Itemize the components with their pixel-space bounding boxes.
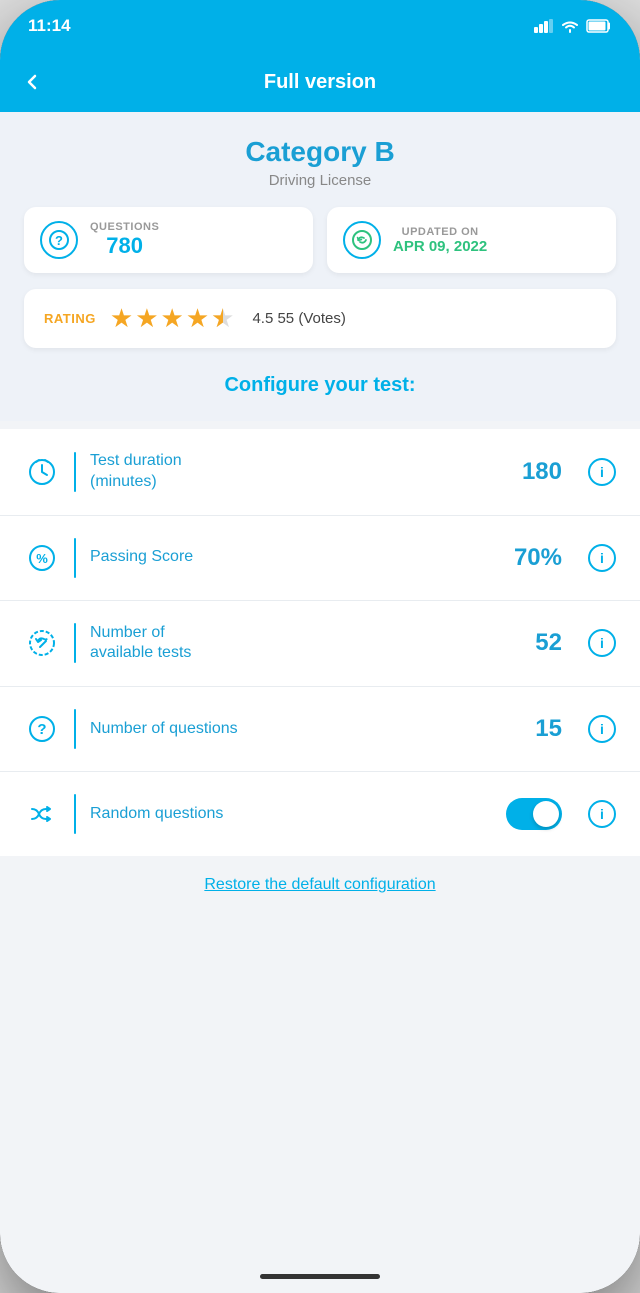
rating-votes: 55 (Votes) bbox=[277, 310, 345, 327]
star-4: ★ bbox=[186, 303, 209, 334]
random-questions-label: Random questions bbox=[90, 804, 492, 825]
percent-icon: % bbox=[24, 540, 60, 576]
questions-card: ? QUESTIONS 780 bbox=[24, 207, 313, 273]
reload-icon bbox=[24, 625, 60, 661]
questions-value: 780 bbox=[90, 233, 159, 259]
top-bar-title: Full version bbox=[264, 71, 376, 94]
available-tests-info-button[interactable]: i bbox=[588, 629, 616, 657]
config-item-random-questions[interactable]: Random questions i bbox=[0, 772, 640, 856]
available-tests-label: Number ofavailable tests bbox=[90, 623, 521, 665]
config-list: Test duration(minutes) 180 i % Passing S… bbox=[0, 429, 640, 856]
restore-default-link[interactable]: Restore the default configuration bbox=[204, 876, 435, 893]
svg-text:?: ? bbox=[55, 233, 63, 248]
questions-icon: ? bbox=[40, 221, 78, 259]
status-icons bbox=[534, 19, 612, 33]
battery-icon bbox=[586, 19, 612, 33]
question-circle-icon: ? bbox=[24, 711, 60, 747]
config-item-num-questions[interactable]: ? Number of questions 15 i bbox=[0, 687, 640, 772]
passing-score-label: Passing Score bbox=[90, 547, 500, 568]
available-tests-value: 52 bbox=[535, 629, 562, 657]
random-questions-toggle[interactable] bbox=[506, 798, 562, 830]
main-content: Category B Driving License ? QUESTIONS bbox=[0, 112, 640, 1259]
test-duration-value: 180 bbox=[522, 458, 562, 486]
passing-score-info-button[interactable]: i bbox=[588, 544, 616, 572]
status-time: 11:14 bbox=[28, 16, 71, 36]
config-item-passing-score[interactable]: % Passing Score 70% i bbox=[0, 516, 640, 601]
questions-label: QUESTIONS bbox=[90, 221, 159, 233]
config-item-available-tests[interactable]: Number ofavailable tests 52 i bbox=[0, 601, 640, 688]
updated-icon bbox=[343, 221, 381, 259]
passing-score-value: 70% bbox=[514, 544, 562, 572]
config-divider bbox=[74, 452, 76, 492]
test-duration-label: Test duration(minutes) bbox=[90, 451, 508, 493]
config-divider bbox=[74, 709, 76, 749]
star-1: ★ bbox=[110, 303, 133, 334]
info-cards: ? QUESTIONS 780 bbox=[24, 207, 616, 273]
num-questions-value: 15 bbox=[535, 715, 562, 743]
footer-section: Restore the default configuration bbox=[0, 856, 640, 910]
svg-text:?: ? bbox=[37, 721, 46, 738]
updated-card: UPDATED ON APR 09, 2022 bbox=[327, 207, 616, 273]
rating-text: 4.5 55 (Votes) bbox=[252, 310, 345, 327]
wifi-icon bbox=[560, 19, 580, 33]
questions-content: QUESTIONS 780 bbox=[90, 221, 159, 259]
config-divider bbox=[74, 794, 76, 834]
rating-value: 4.5 bbox=[252, 310, 273, 327]
star-3: ★ bbox=[161, 303, 184, 334]
category-title: Category B bbox=[24, 136, 616, 168]
stars: ★ ★ ★ ★ ★ ★ bbox=[110, 303, 235, 334]
updated-value: APR 09, 2022 bbox=[393, 238, 487, 255]
toggle-knob bbox=[533, 801, 559, 827]
star-5: ★ ★ bbox=[211, 303, 234, 334]
random-questions-info-button[interactable]: i bbox=[588, 800, 616, 828]
phone-screen: 11:14 bbox=[0, 0, 640, 1293]
config-divider bbox=[74, 538, 76, 578]
back-button[interactable] bbox=[20, 70, 44, 94]
rating-label: RATING bbox=[44, 311, 96, 326]
clock-icon bbox=[24, 454, 60, 490]
home-indicator bbox=[0, 1259, 640, 1293]
header-section: Category B Driving License ? QUESTIONS bbox=[0, 112, 640, 421]
updated-label: UPDATED ON bbox=[393, 226, 487, 238]
updated-content: UPDATED ON APR 09, 2022 bbox=[393, 226, 487, 255]
config-divider bbox=[74, 623, 76, 663]
phone-frame: 11:14 bbox=[0, 0, 640, 1293]
num-questions-info-button[interactable]: i bbox=[588, 715, 616, 743]
status-bar: 11:14 bbox=[0, 0, 640, 52]
svg-text:%: % bbox=[36, 551, 48, 566]
category-subtitle: Driving License bbox=[24, 172, 616, 189]
configure-title: Configure your test: bbox=[24, 364, 616, 401]
num-questions-label: Number of questions bbox=[90, 719, 521, 740]
star-2: ★ bbox=[135, 303, 158, 334]
top-bar: Full version bbox=[0, 52, 640, 112]
shuffle-icon bbox=[24, 796, 60, 832]
test-duration-info-button[interactable]: i bbox=[588, 458, 616, 486]
signal-icon bbox=[534, 19, 554, 33]
rating-card: RATING ★ ★ ★ ★ ★ ★ 4.5 55 (Votes) bbox=[24, 289, 616, 348]
home-bar bbox=[260, 1274, 380, 1279]
config-item-test-duration[interactable]: Test duration(minutes) 180 i bbox=[0, 429, 640, 516]
